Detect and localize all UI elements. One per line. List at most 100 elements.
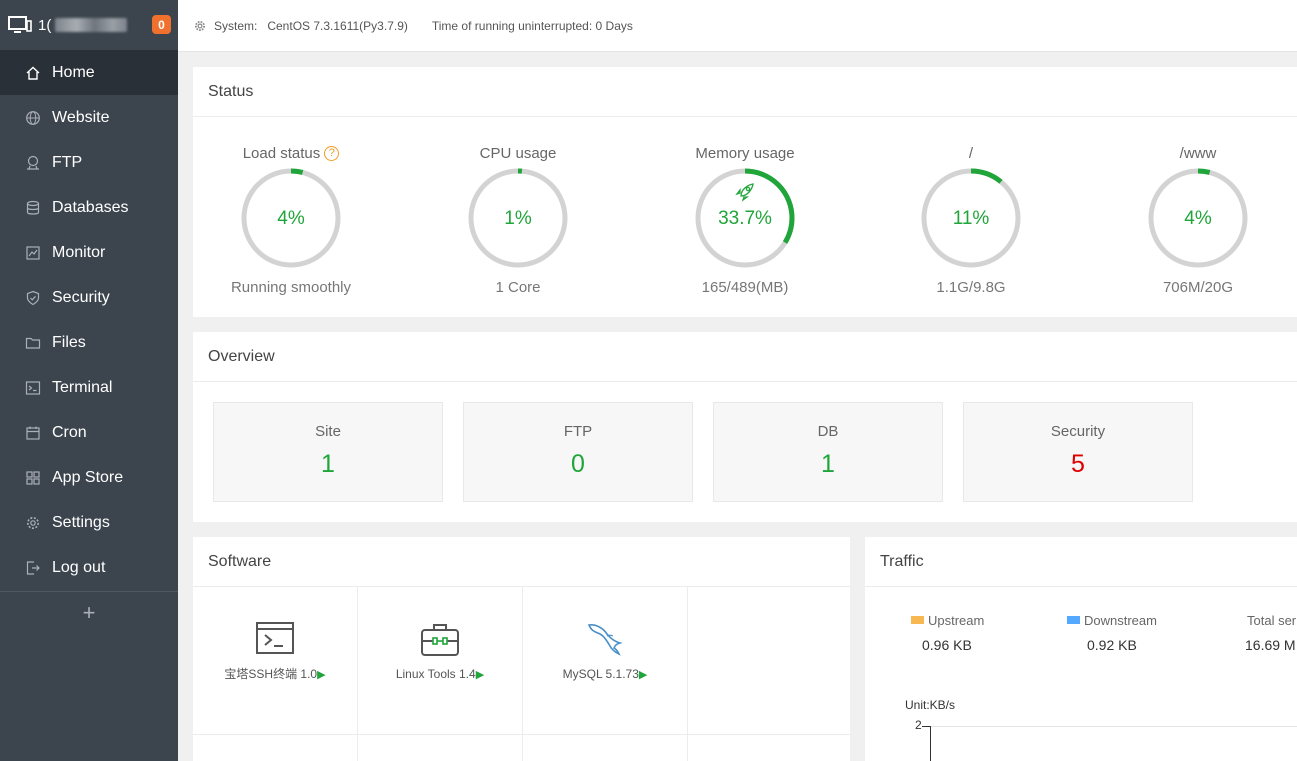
gauge-sub: 1.1G/9.8G: [936, 279, 1006, 296]
software-item-empty: [193, 735, 358, 761]
terminal-window-icon: [256, 622, 294, 654]
software-item-empty: [688, 587, 850, 735]
panel-title: Status: [193, 67, 1297, 117]
gauge-value: 33.7%: [718, 208, 772, 229]
gauge-ring: 33.7%: [695, 168, 795, 268]
sidebar-item-monitor[interactable]: Monitor: [0, 230, 178, 275]
sidebar: 1( 0 Home Website FTP Databases Monitor …: [0, 0, 178, 761]
y-axis: [930, 726, 931, 761]
status-panel: Status Load status ? 4% Running smoothly…: [193, 67, 1297, 317]
sidebar-item-app-store[interactable]: App Store: [0, 455, 178, 500]
sidebar-item-cron[interactable]: Cron: [0, 410, 178, 455]
help-icon[interactable]: ?: [324, 145, 340, 161]
rocket-icon[interactable]: [735, 183, 754, 202]
overview-ftp[interactable]: FTP 0: [463, 402, 693, 502]
system-label: System:: [214, 18, 258, 33]
sidebar-item-label: App Store: [52, 468, 124, 486]
software-item-empty: [523, 735, 688, 761]
sidebar-menu: Home Website FTP Databases Monitor Secur…: [0, 50, 178, 590]
y-axis-tick-label: 2: [915, 718, 922, 732]
gauge-value: 1%: [504, 208, 532, 229]
gauge-disk-root[interactable]: / 11% 1.1G/9.8G: [886, 141, 1056, 296]
gauge-cpu[interactable]: CPU usage 1% 1 Core: [433, 141, 603, 296]
gauge-ring: 4%: [241, 168, 341, 268]
sidebar-item-files[interactable]: Files: [0, 320, 178, 365]
sidebar-item-label: Log out: [52, 558, 106, 576]
total-value: 16.69 M: [1245, 637, 1296, 653]
overview-db[interactable]: DB 1: [713, 402, 943, 502]
toolbox-icon: [421, 624, 459, 656]
overview-value: 1: [321, 450, 335, 478]
gauge-label: CPU usage: [479, 144, 557, 162]
upstream-swatch: [911, 616, 924, 624]
sidebar-item-settings[interactable]: Settings: [0, 500, 178, 545]
gauge-ring: 4%: [1148, 168, 1248, 268]
sidebar-item-label: Databases: [52, 198, 129, 216]
sidebar-item-label: Cron: [52, 423, 87, 441]
gauge-ring: 1%: [468, 168, 568, 268]
sidebar-item-label: Home: [52, 63, 95, 81]
software-item-ssh[interactable]: 宝塔SSH终端 1.0▶: [193, 587, 358, 735]
ftp-icon: [27, 155, 39, 170]
gauge-load[interactable]: Load status ? 4% Running smoothly: [206, 141, 376, 297]
software-item-linux-tools[interactable]: Linux Tools 1.4▶: [358, 587, 523, 735]
computer-icon: [8, 16, 32, 33]
traffic-panel: Traffic Upstream 0.96 KB Downstream 0.92…: [865, 537, 1297, 761]
system-value: CentOS 7.3.1611(Py3.7.9): [267, 18, 408, 33]
total-label: Total ser: [1247, 613, 1297, 628]
upstream-value: 0.96 KB: [922, 637, 972, 653]
software-item-empty: [358, 735, 523, 761]
sidebar-item-website[interactable]: Website: [0, 95, 178, 140]
top-bar: System: CentOS 7.3.1611(Py3.7.9) Time of…: [178, 0, 1297, 52]
panel-title: Overview: [193, 332, 1297, 382]
play-icon[interactable]: ▶: [476, 669, 484, 681]
folder-icon: [25, 337, 41, 349]
notification-badge[interactable]: 0: [152, 15, 171, 34]
host-address: 1(: [38, 16, 52, 34]
y-axis-tick: [922, 726, 930, 727]
play-icon[interactable]: ▶: [639, 669, 647, 681]
sidebar-item-label: Settings: [52, 513, 110, 531]
sidebar-item-terminal[interactable]: Terminal: [0, 365, 178, 410]
sidebar-item-logout[interactable]: Log out: [0, 545, 178, 590]
gauge-value: 4%: [277, 208, 305, 229]
gauge-memory[interactable]: Memory usage 33.7% 165/489(MB): [660, 141, 830, 297]
software-item-empty: [688, 735, 850, 761]
software-panel: Software 宝塔SSH终端 1.0▶ Linux Tools 1.4▶ M…: [193, 537, 850, 761]
chart-unit: Unit:KB/s: [905, 698, 956, 712]
sidebar-item-label: FTP: [52, 153, 83, 171]
sidebar-item-label: Security: [52, 288, 110, 306]
overview-site[interactable]: Site 1: [213, 402, 443, 502]
sidebar-item-security[interactable]: Security: [0, 275, 178, 320]
gauge-sub: 706M/20G: [1162, 279, 1234, 296]
gauge-label-text: Load status: [242, 144, 321, 162]
sidebar-item-label: Monitor: [52, 243, 106, 261]
overview-value: 1: [821, 450, 835, 478]
upstream-label: Upstream: [928, 613, 985, 628]
monitor-icon: [26, 245, 40, 260]
gauge-sub: Running smoothly: [230, 279, 352, 296]
software-item-mysql[interactable]: MySQL 5.1.73▶: [523, 587, 688, 735]
database-icon: [26, 200, 40, 215]
logout-icon: [26, 560, 40, 575]
software-name: Linux Tools 1.4: [395, 667, 476, 681]
gauge-label: /www: [1179, 144, 1217, 162]
gauge-disk-www[interactable]: /www 4% 706M/20G: [1113, 141, 1283, 296]
add-shortcut-button[interactable]: +: [0, 592, 178, 626]
overview-name: FTP: [563, 423, 593, 440]
mysql-dolphin-icon: [587, 624, 623, 656]
host-address-redacted: [55, 18, 128, 32]
play-icon[interactable]: ▶: [317, 669, 325, 681]
overview-security[interactable]: Security 5: [963, 402, 1193, 502]
sidebar-item-home[interactable]: Home: [0, 50, 178, 95]
overview-name: Security: [1050, 423, 1106, 440]
overview-value: 0: [571, 450, 585, 478]
sidebar-item-ftp[interactable]: FTP: [0, 140, 178, 185]
sidebar-item-label: Website: [52, 108, 110, 126]
panel-title: Software: [193, 537, 850, 587]
downstream-value: 0.92 KB: [1087, 637, 1137, 653]
chart-gridline: [931, 726, 1297, 727]
overview-value: 5: [1071, 450, 1085, 478]
upstream-legend: Upstream: [911, 613, 984, 628]
sidebar-item-databases[interactable]: Databases: [0, 185, 178, 230]
